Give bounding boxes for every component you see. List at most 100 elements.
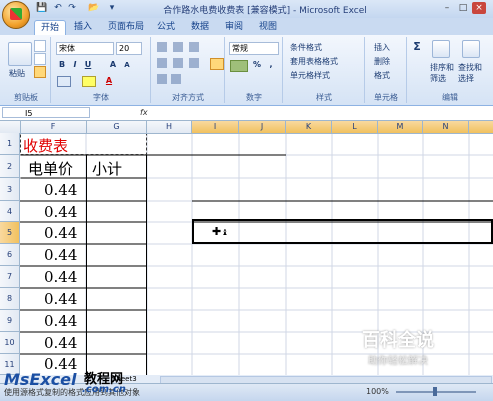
zoom-level[interactable]: 100% — [366, 387, 389, 396]
autosum-button[interactable]: Σ — [412, 41, 422, 52]
cell-f10-value[interactable]: 0.44 — [44, 334, 77, 352]
insert-button[interactable]: 插入 — [374, 42, 390, 53]
cell-f4-value[interactable]: 0.44 — [44, 203, 77, 221]
col-header-l[interactable]: L — [332, 121, 378, 133]
tab-view[interactable]: 视图 — [256, 20, 280, 35]
cell-f2-header[interactable]: 电单价 — [28, 158, 73, 179]
number-label: 数字 — [246, 93, 262, 102]
col-header-f[interactable]: F — [20, 121, 87, 133]
col-header-m[interactable]: M — [378, 121, 423, 133]
baike-watermark-sub: 助你轻松解决 — [368, 356, 428, 367]
alignment-label: 对齐方式 — [172, 93, 204, 102]
cell-f7-value[interactable]: 0.44 — [44, 268, 77, 286]
format-button[interactable]: 格式 — [374, 70, 390, 81]
col-header-h[interactable]: H — [147, 121, 192, 133]
find-select-button[interactable]: 查找和 — [458, 62, 482, 73]
conditional-format-button[interactable]: 条件格式 — [290, 42, 322, 53]
row-header-8[interactable]: 8 — [0, 288, 20, 310]
cell-g2-header[interactable]: 小计 — [92, 158, 122, 179]
indent-icon[interactable] — [157, 74, 181, 84]
zoom-slider-thumb[interactable] — [433, 387, 437, 396]
select-all-corner[interactable] — [0, 121, 21, 133]
sort-filter-icon[interactable] — [432, 40, 450, 58]
redo-icon[interactable]: ↷ — [66, 3, 78, 14]
font-name-select[interactable]: 宋体 — [56, 42, 114, 55]
row-header-2[interactable]: 2 — [0, 155, 20, 178]
open-icon[interactable]: 📂 — [88, 3, 100, 14]
cell-f9-value[interactable]: 0.44 — [44, 312, 77, 330]
save-icon[interactable]: 💾 — [36, 3, 48, 14]
cell-f1-title[interactable]: 收费表 — [23, 135, 68, 156]
shrink-font-button[interactable]: A — [122, 60, 132, 70]
row-header-7[interactable]: 7 — [0, 266, 20, 288]
tab-formulas[interactable]: 公式 — [154, 20, 178, 35]
row-header-5[interactable]: 5 — [0, 222, 20, 244]
paste-button[interactable]: 粘贴 — [9, 68, 25, 79]
sort-filter-button-line2[interactable]: 筛选 — [430, 73, 446, 84]
delete-button[interactable]: 删除 — [374, 56, 390, 67]
cell-f8-value[interactable]: 0.44 — [44, 290, 77, 308]
row-header-10[interactable]: 10 — [0, 332, 20, 354]
close-button[interactable]: × — [472, 2, 486, 14]
baike-watermark-title: 百科全说 — [362, 330, 434, 351]
find-select-button-line2[interactable]: 选择 — [458, 73, 474, 84]
cell-f3-value[interactable]: 0.44 — [44, 181, 77, 199]
row-header-4[interactable]: 4 — [0, 201, 20, 222]
tab-page-layout[interactable]: 页面布局 — [104, 20, 148, 35]
fill-color-icon[interactable] — [82, 76, 96, 87]
row-header-9[interactable]: 9 — [0, 310, 20, 332]
copy-icon[interactable] — [34, 53, 46, 65]
tab-insert[interactable]: 插入 — [70, 20, 96, 35]
tab-review[interactable]: 审阅 — [222, 20, 246, 35]
col-header-more[interactable] — [469, 121, 493, 133]
row-header-6[interactable]: 6 — [0, 244, 20, 266]
window-title: 合作路水电费收费表 [兼容模式] - Microsoft Excel — [163, 6, 367, 16]
number-format-select[interactable]: 常规 — [229, 42, 279, 55]
qat-more-icon[interactable]: ▾ — [106, 3, 118, 14]
office-button[interactable] — [2, 1, 30, 29]
currency-icon[interactable] — [230, 60, 248, 72]
format-painter-cursor-icon: ✚♝ — [212, 225, 229, 238]
vertical-align-icon[interactable] — [157, 42, 205, 52]
row-header-3[interactable]: 3 — [0, 178, 20, 201]
percent-button[interactable]: % — [252, 60, 262, 70]
name-box[interactable]: I5 — [2, 107, 90, 118]
maximize-button[interactable]: □ — [456, 2, 470, 14]
cell-f5-value[interactable]: 0.44 — [44, 224, 77, 242]
col-header-k[interactable]: K — [286, 121, 332, 133]
row-header-1[interactable]: 1 — [0, 133, 20, 155]
font-size-select[interactable]: 20 — [116, 42, 142, 55]
cell-styles-button[interactable]: 单元格样式 — [290, 70, 330, 81]
tab-data[interactable]: 数据 — [188, 20, 212, 35]
comma-button[interactable]: , — [266, 60, 276, 70]
col-header-g[interactable]: G — [87, 121, 147, 133]
underline-button[interactable]: U — [83, 60, 93, 70]
border-icon[interactable] — [57, 76, 71, 87]
col-header-j[interactable]: J — [239, 121, 286, 133]
col-header-n[interactable]: N — [423, 121, 469, 133]
msexcel-watermark-url: .com.cn — [82, 384, 126, 395]
italic-button[interactable]: I — [70, 60, 80, 70]
cell-f6-value[interactable]: 0.44 — [44, 246, 77, 264]
bold-button[interactable]: B — [57, 60, 67, 70]
cut-icon[interactable] — [34, 40, 46, 52]
grow-font-button[interactable]: A — [108, 60, 118, 70]
editing-label: 编辑 — [442, 93, 458, 102]
format-painter-icon[interactable] — [34, 66, 46, 78]
cells-label: 单元格 — [374, 93, 398, 102]
undo-icon[interactable]: ↶ — [52, 3, 64, 14]
styles-label: 样式 — [316, 93, 332, 102]
format-as-table-button[interactable]: 套用表格格式 — [290, 56, 338, 67]
horizontal-align-icon[interactable] — [157, 58, 205, 68]
sort-filter-button[interactable]: 排序和 — [430, 62, 454, 73]
font-color-button[interactable]: A — [104, 76, 114, 86]
col-header-i[interactable]: I — [192, 121, 239, 133]
find-select-icon[interactable] — [462, 40, 480, 58]
insert-function-button[interactable]: fx — [140, 107, 152, 118]
formula-input[interactable] — [156, 107, 490, 118]
tab-home[interactable]: 开始 — [34, 20, 66, 36]
clipboard-label: 剪贴板 — [14, 93, 38, 102]
paste-icon[interactable] — [8, 42, 32, 66]
merge-center-icon[interactable] — [210, 58, 224, 70]
minimize-button[interactable]: – — [440, 2, 454, 14]
